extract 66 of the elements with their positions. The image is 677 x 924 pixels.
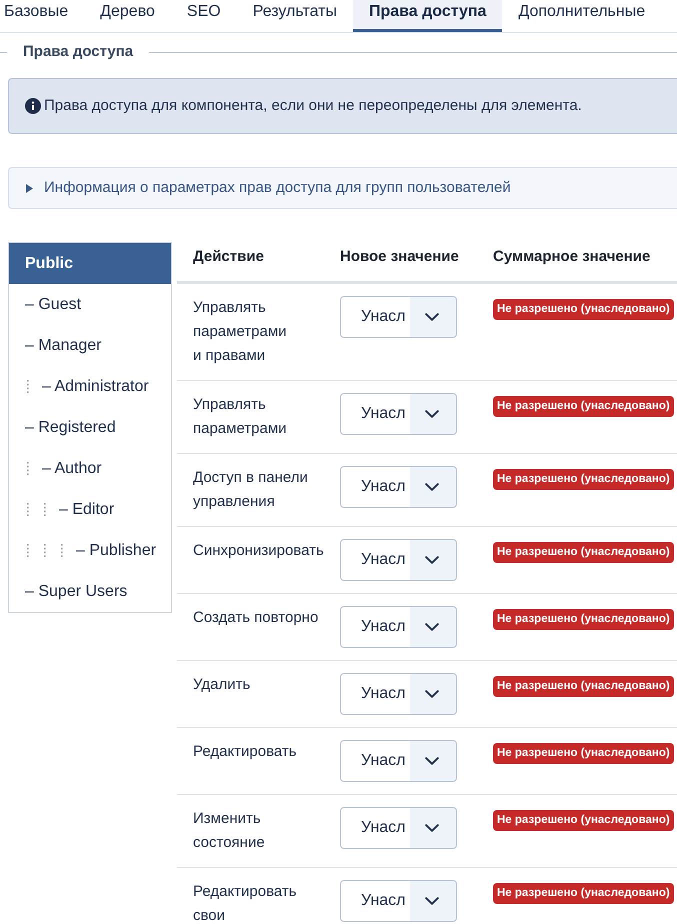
action-label: Редактировать свои bbox=[193, 882, 298, 924]
permission-select[interactable]: Унасл bbox=[340, 393, 457, 435]
status-badge: Не разрешено (унаследовано) bbox=[493, 609, 674, 630]
tab[interactable]: SEO bbox=[170, 0, 237, 32]
tab[interactable]: Дополнительные bbox=[502, 0, 662, 32]
status-badge: Не разрешено (унаследовано) bbox=[493, 396, 674, 417]
info-icon bbox=[25, 98, 41, 114]
permission-select[interactable]: Унасл bbox=[340, 606, 457, 648]
action-label: Создать повторно bbox=[193, 608, 320, 628]
action-label: Изменить состояние bbox=[193, 809, 266, 853]
permission-select[interactable]: Унасл bbox=[340, 466, 457, 508]
group-item[interactable]: Public bbox=[9, 243, 171, 284]
chevron-down-icon bbox=[425, 623, 439, 631]
permission-select[interactable]: Унасл bbox=[340, 296, 457, 338]
chevron-down-icon bbox=[425, 897, 439, 905]
section-legend: Права доступа bbox=[7, 42, 150, 62]
status-badge: Не разрешено (унаследовано) bbox=[493, 542, 674, 563]
chevron-down-icon bbox=[425, 410, 439, 418]
chevron-down-icon bbox=[425, 483, 439, 491]
chevron-down-icon bbox=[425, 690, 439, 698]
group-item[interactable]: – Administrator bbox=[9, 366, 171, 407]
group-item[interactable]: – Registered bbox=[9, 407, 171, 448]
column-header: Новое значение bbox=[340, 247, 460, 267]
chevron-down-icon bbox=[425, 824, 439, 832]
permission-select[interactable]: Унасл bbox=[340, 880, 457, 922]
action-label: Доступ в панели управления bbox=[193, 468, 309, 512]
indent-guide-icon bbox=[44, 503, 46, 516]
status-badge: Не разрешено (унаследовано) bbox=[493, 299, 674, 320]
column-header: Действие bbox=[193, 247, 265, 267]
permission-select[interactable]: Унасл bbox=[340, 807, 457, 849]
status-badge: Не разрешено (унаследовано) bbox=[493, 676, 674, 697]
status-badge: Не разрешено (унаследовано) bbox=[493, 469, 674, 490]
group-item[interactable]: – Publisher bbox=[9, 530, 171, 571]
tab[interactable]: Базовые bbox=[0, 0, 84, 32]
action-label: Редактировать bbox=[193, 742, 298, 762]
chevron-down-icon bbox=[425, 556, 439, 564]
column-header: Суммарное значение bbox=[493, 247, 652, 267]
indent-guide-icon bbox=[61, 544, 63, 557]
tab[interactable]: Права доступа bbox=[352, 0, 502, 32]
permission-select[interactable]: Унасл bbox=[340, 740, 457, 782]
status-badge: Не разрешено (унаследовано) bbox=[493, 810, 674, 831]
group-item[interactable]: – Guest bbox=[9, 284, 171, 325]
group-item[interactable]: – Manager bbox=[9, 325, 171, 366]
chevron-down-icon bbox=[425, 313, 439, 321]
indent-guide-icon bbox=[27, 462, 29, 475]
action-label: Синхронизировать bbox=[193, 541, 325, 561]
indent-guide-icon bbox=[27, 503, 29, 516]
indent-guide-icon bbox=[27, 544, 29, 557]
tab[interactable]: Результаты bbox=[236, 0, 353, 32]
triangle-right-icon bbox=[26, 184, 33, 192]
collapsible-summary[interactable]: Информация о параметрах прав доступа для групп пользователей bbox=[8, 167, 677, 209]
group-item[interactable]: – Super Users bbox=[9, 571, 171, 612]
tab[interactable]: Дерево bbox=[84, 0, 171, 32]
chevron-down-icon bbox=[425, 757, 439, 765]
permission-select[interactable]: Унасл bbox=[340, 673, 457, 715]
group-item[interactable]: – Author bbox=[9, 448, 171, 489]
group-item[interactable]: – Editor bbox=[9, 489, 171, 530]
status-badge: Не разрешено (унаследовано) bbox=[493, 743, 674, 764]
action-label: Управлять параметрами bbox=[193, 395, 288, 439]
action-label: Удалить bbox=[193, 675, 252, 695]
indent-guide-icon bbox=[27, 380, 29, 393]
indent-guide-icon bbox=[44, 544, 46, 557]
status-badge: Не разрешено (унаследовано) bbox=[493, 883, 674, 904]
info-alert-text: Права доступа для компонента, если они не переопределены для элемента. bbox=[44, 96, 582, 116]
permission-select[interactable]: Унасл bbox=[340, 539, 457, 581]
action-label: Управлять параметрами и правами bbox=[193, 298, 288, 366]
